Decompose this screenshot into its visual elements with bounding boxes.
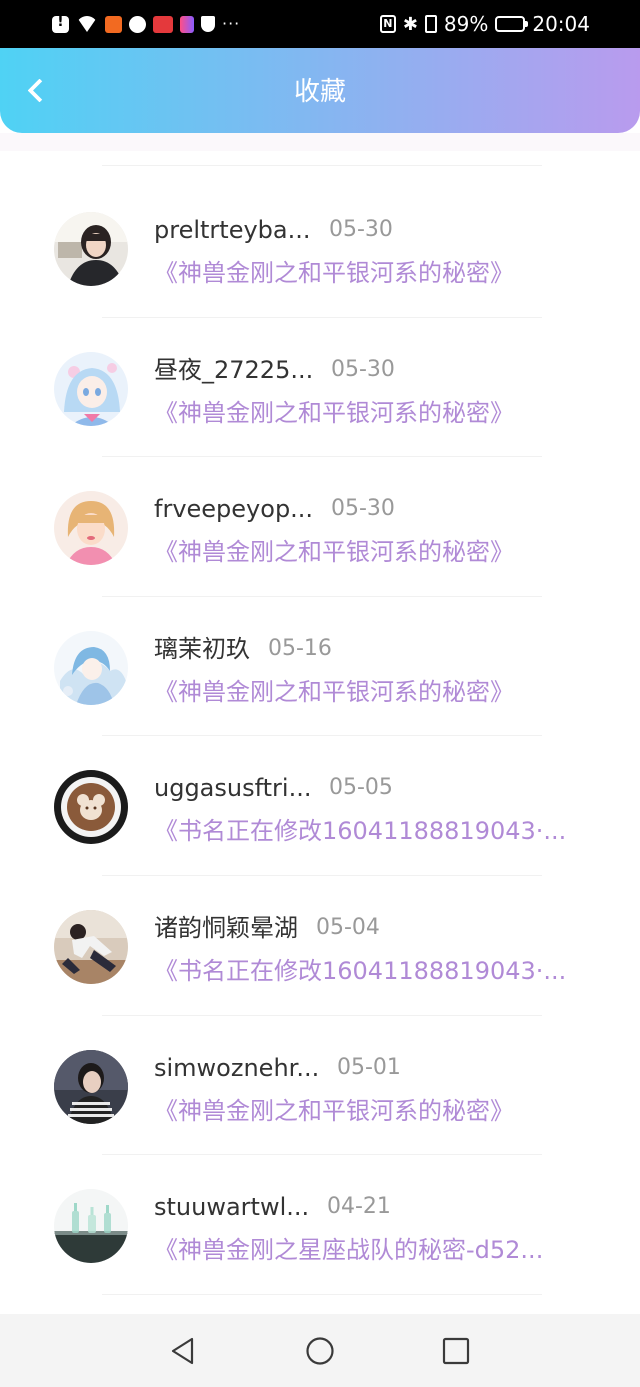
app-icon — [129, 15, 146, 33]
bluetooth-icon: ✱ — [402, 13, 418, 35]
date: 05-16 — [268, 635, 332, 661]
user-name: frveepeyop... — [154, 495, 314, 524]
avatar[interactable] — [54, 491, 128, 566]
list-item[interactable]: 璃茉初玖 05-16 《神兽金刚之和平银河系的秘密》 — [0, 597, 640, 737]
date: 05-30 — [329, 217, 393, 242]
date: 05-30 — [331, 496, 395, 522]
status-icons-left: ··· — [52, 12, 240, 36]
latte-art-cup — [54, 770, 128, 845]
book-title[interactable]: 《神兽金刚之和平银河系的秘密》 — [154, 1096, 586, 1126]
nav-recent-button[interactable] — [441, 1336, 471, 1366]
list-item[interactable]: preltrteyba... 05-30 《神兽金刚之和平银河系的秘密》 — [0, 178, 640, 318]
divider — [102, 165, 542, 166]
book-title[interactable]: 《神兽金刚之和平银河系的秘密》 — [154, 258, 586, 288]
book-title[interactable]: 《神兽金刚之和平银河系的秘密》 — [154, 398, 586, 428]
date: 05-05 — [329, 775, 393, 801]
date: 05-01 — [337, 1054, 401, 1080]
glass-bottles-photo — [54, 1189, 128, 1264]
user-name: simwoznehr... — [154, 1053, 320, 1082]
user-name: 璃茉初玖 — [154, 634, 250, 663]
avatar[interactable] — [54, 1049, 128, 1124]
date: 05-30 — [331, 356, 395, 382]
book-title[interactable]: 《神兽金刚之和平银河系的秘密》 — [154, 537, 586, 567]
anime-character-illustration — [54, 630, 128, 705]
shield-icon — [201, 16, 215, 32]
user-name: stuuwartwl... — [154, 1193, 310, 1222]
wifi-icon — [76, 16, 98, 32]
recent-square-icon — [442, 1337, 470, 1365]
more-notifications-icon: ··· — [222, 14, 241, 33]
avatar[interactable] — [54, 630, 128, 705]
favorites-list: preltrteyba... 05-30 《神兽金刚之和平银河系的秘密》 昼夜_… — [0, 178, 640, 1295]
striped-shirt-portrait — [54, 1049, 128, 1124]
status-bar: ··· N ✱ 89% 20:04 — [0, 0, 640, 48]
home-circle-icon — [306, 1337, 334, 1365]
alert-icon — [52, 14, 69, 33]
street-pose-photo — [54, 909, 128, 984]
user-name: uggasusftri... — [154, 774, 312, 803]
status-icons-right: N ✱ 89% 20:04 — [379, 10, 590, 38]
user-name: preltrteyba... — [154, 216, 311, 244]
vibrate-icon — [424, 15, 437, 33]
avatar[interactable] — [54, 909, 128, 984]
battery-icon — [495, 16, 529, 32]
anime-girl-illustration — [54, 351, 128, 426]
list-item[interactable]: stuuwartwl... 04-21 《神兽金刚之星座战队的秘密-d52... — [0, 1155, 640, 1295]
user-name: 昼夜_27225... — [154, 355, 314, 384]
user-name: 诸韵恫颖晕湖 — [154, 913, 298, 942]
app-red-icon — [153, 15, 173, 33]
list-item[interactable]: 昼夜_27225... 05-30 《神兽金刚之和平银河系的秘密》 — [0, 318, 640, 458]
header: 收藏 — [0, 48, 640, 133]
book-title[interactable]: 《神兽金刚之星座战队的秘密-d52... — [154, 1235, 586, 1265]
page-title: 收藏 — [293, 77, 346, 107]
nav-home-button[interactable] — [305, 1336, 335, 1366]
date: 05-04 — [316, 914, 380, 940]
download-icon — [105, 15, 122, 33]
nav-back-button[interactable] — [168, 1336, 198, 1366]
book-app-icon — [180, 15, 194, 33]
list-item[interactable]: 诸韵恫颖晕湖 05-04 《书名正在修改16041188819043·... — [0, 876, 640, 1016]
nfc-icon: N — [379, 15, 396, 33]
book-title[interactable]: 《书名正在修改16041188819043·... — [154, 956, 586, 986]
avatar[interactable] — [54, 351, 128, 426]
avatar[interactable] — [54, 1189, 128, 1264]
blonde-girl-photo — [54, 491, 128, 566]
list-item[interactable]: simwoznehr... 05-01 《神兽金刚之和平银河系的秘密》 — [0, 1016, 640, 1156]
header-shadow-strip — [0, 133, 640, 151]
avatar[interactable] — [54, 770, 128, 845]
back-triangle-icon — [171, 1337, 194, 1365]
portrait-girl-photo — [54, 212, 128, 286]
date: 04-21 — [327, 1194, 391, 1220]
system-nav-bar — [0, 1314, 640, 1387]
clock: 20:04 — [532, 12, 590, 36]
book-title[interactable]: 《书名正在修改16041188819043·... — [154, 816, 586, 846]
battery-percent: 89% — [443, 12, 489, 36]
list-item[interactable]: uggasusftri... 05-05 《书名正在修改160411888190… — [0, 736, 640, 876]
avatar[interactable] — [54, 212, 128, 286]
divider — [102, 1293, 542, 1295]
book-title[interactable]: 《神兽金刚之和平银河系的秘密》 — [154, 677, 586, 707]
list-item[interactable]: frveepeyop... 05-30 《神兽金刚之和平银河系的秘密》 — [0, 457, 640, 597]
